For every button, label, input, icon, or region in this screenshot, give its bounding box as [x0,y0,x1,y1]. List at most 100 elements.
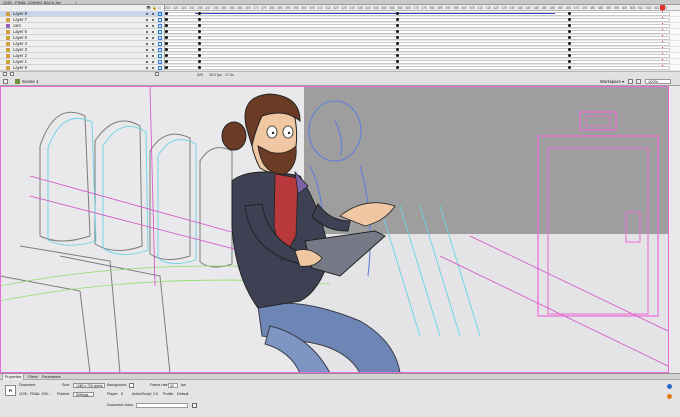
layer-outline-toggle[interactable] [158,66,162,70]
edit-scene-icon[interactable] [628,79,633,84]
keyframe[interactable] [568,48,571,51]
keyframe[interactable] [396,66,399,69]
keyframe[interactable] [396,42,399,45]
layer-visibility-toggle[interactable] [146,49,148,51]
layer-outline-toggle[interactable] [158,30,162,34]
workspace-menu[interactable]: Workspace ▾ [600,77,624,86]
frame-span[interactable] [165,66,670,70]
keyframe[interactable] [396,54,399,57]
layer-lock-toggle[interactable] [152,25,154,27]
layer-lock-toggle[interactable] [152,13,154,15]
keyframe[interactable] [165,18,168,21]
layer-visibility-toggle[interactable] [146,67,148,69]
layer-outline-toggle[interactable] [158,18,162,22]
keyframe[interactable] [568,60,571,63]
layer-outline-toggle[interactable] [158,36,162,40]
layer-outline-toggle[interactable] [158,24,162,28]
scene-breadcrumb[interactable]: Scene 1 [22,77,39,86]
keyframe[interactable] [165,48,168,51]
layer-visibility-toggle[interactable] [146,13,148,15]
new-folder-icon[interactable] [10,72,14,76]
layer-visibility-toggle[interactable] [146,19,148,21]
frame-span[interactable] [165,48,670,52]
layer-lock-toggle[interactable] [152,43,154,45]
keyframe[interactable] [198,42,201,45]
background-color-swatch[interactable] [129,383,134,388]
layer-visibility-toggle[interactable] [146,37,148,39]
keyframe[interactable] [198,24,201,27]
frame-span[interactable] [165,18,670,22]
keyframe[interactable] [165,42,168,45]
layer-lock-toggle[interactable] [152,49,154,51]
layer-lock-toggle[interactable] [152,61,154,63]
layer-outline-toggle[interactable] [158,60,162,64]
frame-span[interactable] [165,36,670,40]
layer-visibility-toggle[interactable] [146,31,148,33]
keyframe[interactable] [165,54,168,57]
keyframe[interactable] [568,18,571,21]
playhead-handle[interactable] [660,5,665,10]
layer-lock-toggle[interactable] [152,31,154,33]
frame-span[interactable] [165,42,670,46]
layer-lock-toggle[interactable] [152,19,154,21]
keyframe[interactable] [396,18,399,21]
layer-outline-toggle[interactable] [158,42,162,46]
keyframe[interactable] [198,36,201,39]
keyframe[interactable] [198,54,201,57]
keyframe[interactable] [568,42,571,45]
keyframe[interactable] [165,66,168,69]
keyframe[interactable] [165,30,168,33]
stage-artwork[interactable] [0,86,680,373]
layer-outline-toggle[interactable] [158,12,162,16]
layer-outline-toggle[interactable] [158,54,162,58]
delete-layer-icon[interactable] [155,72,159,76]
keyframe[interactable] [165,36,168,39]
keyframe[interactable] [568,66,571,69]
layer-visibility-toggle[interactable] [146,43,148,45]
frame-grid[interactable]: 215 220 225 230 235 240 245 250 255 260 265 270 275 2… [165,5,680,77]
keyframe[interactable] [165,24,168,27]
layer-outline-toggle[interactable] [158,48,162,52]
layer-visibility-toggle[interactable] [146,25,148,27]
keyframe[interactable] [568,30,571,33]
keyframe[interactable] [396,24,399,27]
keyframe[interactable] [568,12,571,15]
stage-area[interactable] [0,86,680,373]
keyframe[interactable] [568,24,571,27]
keyframe[interactable] [165,12,168,15]
keyframe[interactable] [396,60,399,63]
tab-filters[interactable]: Filters [26,374,40,380]
new-layer-icon[interactable] [3,72,7,76]
frame-rate-input[interactable]: 30 [168,383,178,388]
keyframe[interactable] [198,60,201,63]
layer-lock-toggle[interactable] [152,55,154,57]
keyframe[interactable] [396,30,399,33]
frame-span[interactable] [165,24,670,28]
keyframe[interactable] [396,36,399,39]
back-icon[interactable] [3,79,8,84]
tab-parameters[interactable]: Parameters [40,374,63,380]
layer-lock-toggle[interactable] [152,37,154,39]
tab-properties[interactable]: Properties [2,374,25,380]
edit-class-icon[interactable] [192,403,197,408]
help-icon[interactable] [667,384,672,389]
document-class-input[interactable] [136,403,188,408]
frame-span[interactable] [165,54,670,58]
publish-settings-button[interactable]: Settings... [73,392,95,397]
keyframe[interactable] [198,66,201,69]
motion-tween[interactable] [195,13,555,14]
keyframe[interactable] [568,54,571,57]
layer-visibility-toggle[interactable] [146,61,148,63]
keyframe[interactable] [165,60,168,63]
keyframe[interactable] [198,12,201,15]
keyframe[interactable] [396,12,399,15]
warning-icon[interactable] [667,394,672,399]
document-size-button[interactable]: 1280 x 720 pixels [73,383,106,388]
frame-span[interactable] [165,60,670,64]
keyframe[interactable] [568,36,571,39]
layer-lock-toggle[interactable] [152,67,154,69]
keyframe[interactable] [396,48,399,51]
zoom-field[interactable]: 100% [645,79,671,84]
frame-span[interactable] [165,30,670,34]
keyframe[interactable] [198,18,201,21]
